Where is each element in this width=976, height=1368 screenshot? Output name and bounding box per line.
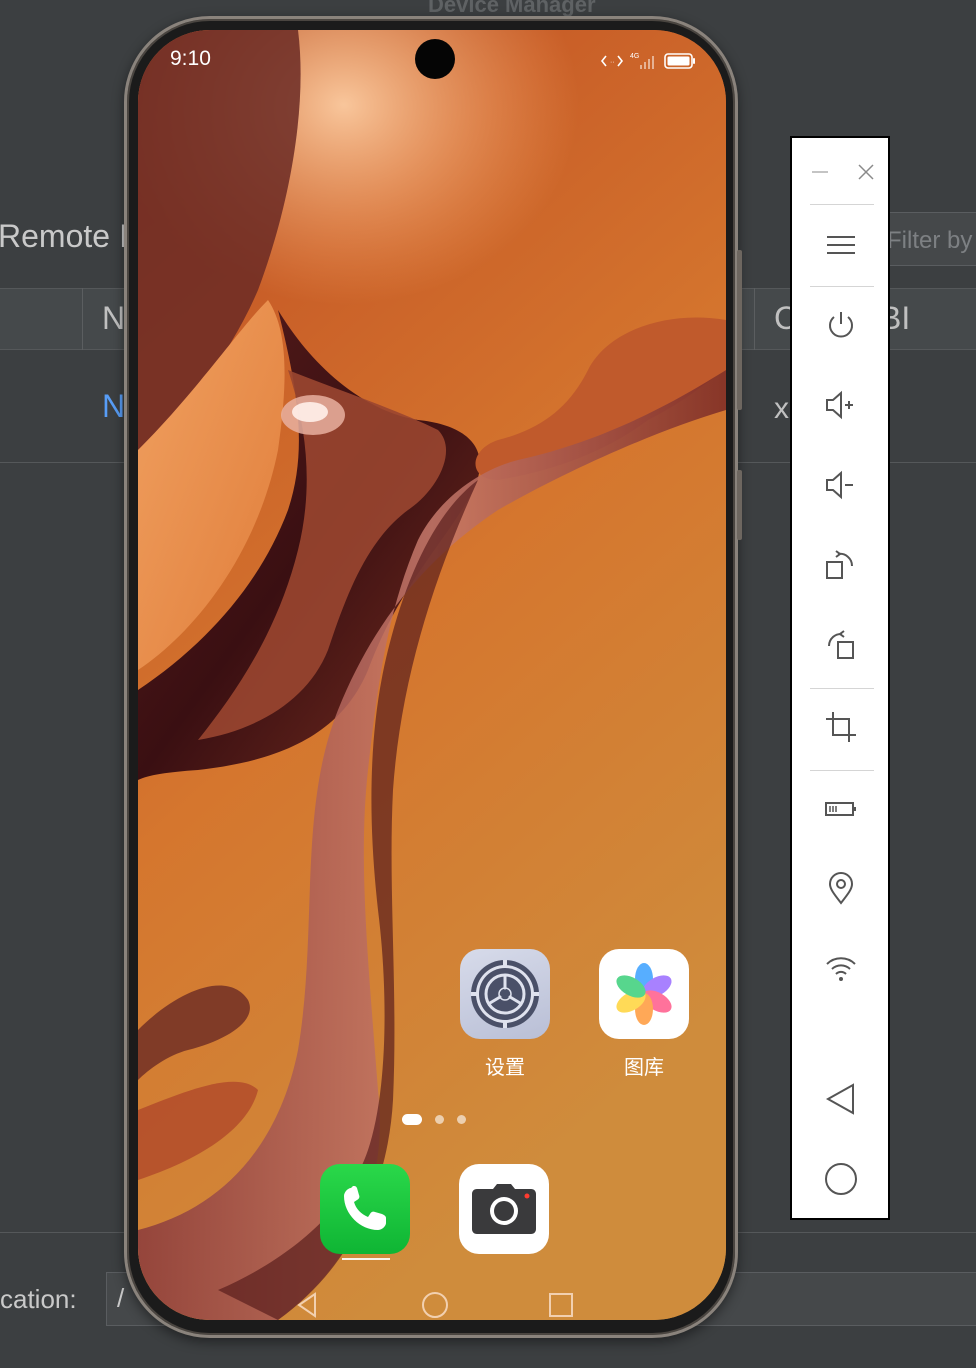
page-dot[interactable] [457,1115,466,1124]
rotate-counterclockwise-icon[interactable] [824,628,858,662]
gallery-app-label: 图库 [624,1055,664,1079]
toolbar-divider [810,204,874,205]
settings-app[interactable]: 设置 [459,949,551,1080]
status-icons: ·· 4G [600,50,698,72]
settings-gear-icon [460,949,550,1039]
emulator-toolbar [790,136,890,1220]
camera-app[interactable] [458,1164,550,1254]
remote-devices-heading: Remote I [0,218,128,254]
volume-down-icon[interactable] [824,468,858,502]
phone-power-button [737,470,742,540]
gallery-flower-icon [599,949,689,1039]
nav-recents-icon[interactable] [544,1288,578,1320]
settings-app-label: 设置 [485,1055,525,1079]
network-type-label: 4G [630,53,639,60]
phone-app[interactable] [319,1164,411,1254]
screenshot-crop-icon[interactable] [824,710,858,744]
front-camera-hole [415,39,455,79]
location-pin-icon[interactable] [824,872,858,906]
column-separator[interactable] [754,288,755,350]
toolbar-divider [810,286,874,287]
toolbar-divider [810,688,874,689]
phone-navigation-bar [138,1288,726,1320]
close-icon[interactable] [854,160,878,184]
column-separator[interactable] [82,288,83,350]
rotate-clockwise-icon[interactable] [824,548,858,582]
device-name-link[interactable]: N [102,388,125,425]
svg-text:··: ·· [610,59,615,66]
dock-running-indicator [342,1258,390,1260]
power-icon[interactable] [824,308,858,342]
column-header-name[interactable]: N [102,300,125,337]
phone-volume-button [737,250,742,410]
phone-icon [320,1164,410,1254]
menu-icon[interactable] [824,228,858,262]
gallery-app[interactable]: 图库 [598,949,690,1080]
device-cell-value: x [774,392,789,425]
page-dot[interactable] [435,1115,444,1124]
back-triangle-icon[interactable] [824,1082,858,1116]
home-circle-icon[interactable] [824,1162,858,1196]
camera-icon [459,1164,549,1254]
signal-icon [640,56,654,69]
battery-icon[interactable] [824,792,858,826]
location-value: / [117,1283,125,1313]
page-dot-active[interactable] [402,1114,422,1125]
nav-home-icon[interactable] [418,1288,452,1320]
toolbar-divider [810,770,874,771]
phone-screen[interactable]: 9:10 ·· 4G 设置 图库 [138,30,726,1320]
minimize-icon[interactable] [808,160,832,184]
location-label: cation: [0,1284,77,1314]
wallpaper-image [138,30,726,1320]
nav-back-icon[interactable] [291,1288,325,1320]
volume-up-icon[interactable] [824,388,858,422]
battery-status-icon [664,53,695,69]
wifi-icon[interactable] [824,952,858,986]
status-time: 9:10 [170,47,211,70]
